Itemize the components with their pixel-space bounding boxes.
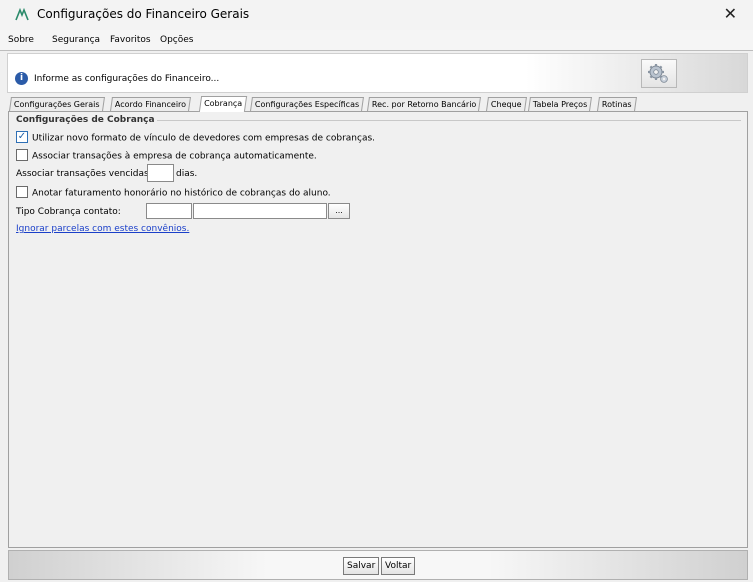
info-banner: i Informe as configurações do Financeiro… <box>7 53 748 93</box>
tab-label: Cheque <box>490 100 522 109</box>
vencidas-prefix: Associar transações vencidas a <box>16 169 158 179</box>
cobranca-panel: Configurações de Cobrança ✓ Utilizar novo… <box>8 111 748 548</box>
tab-label: Acordo Financeiro <box>114 100 187 109</box>
checkbox-associar-automatico[interactable] <box>16 149 28 161</box>
info-icon: i <box>15 72 28 85</box>
menu-bar: Sobre Segurança Favoritos Opções <box>0 30 753 51</box>
back-button-label: Voltar <box>385 561 412 571</box>
tab-cobranca[interactable]: Cobrança <box>198 96 248 112</box>
menu-opcoes[interactable]: Opções <box>160 35 193 45</box>
group-divider <box>129 120 741 121</box>
tab-label: Tabela Preços <box>532 100 588 109</box>
settings-button[interactable] <box>641 59 677 88</box>
tab-acordo-financeiro[interactable]: Acordo Financeiro <box>110 97 192 111</box>
back-button[interactable]: Voltar <box>381 557 416 575</box>
menu-seguranca[interactable]: Segurança <box>52 35 100 45</box>
tab-configuracoes-especificas[interactable]: Configurações Específicas <box>250 97 365 111</box>
tab-configuracoes-gerais[interactable]: Configurações Gerais <box>9 97 105 111</box>
option-anotar-faturamento[interactable]: Anotar faturamento honorário no históric… <box>16 186 331 199</box>
menu-sobre[interactable]: Sobre <box>8 35 34 45</box>
tab-label: Cobrança <box>204 99 243 108</box>
gear-icon <box>648 64 668 83</box>
lookup-button[interactable]: ... <box>328 203 350 219</box>
option-novo-formato[interactable]: ✓ Utilizar novo formato de vínculo de dev… <box>16 131 376 144</box>
tab-label: Configurações Específicas <box>254 100 360 109</box>
title-bar: Configurações do Financeiro Gerais ✕ <box>0 0 753 30</box>
group-title: Configurações de Cobrança <box>16 115 157 125</box>
option-label: Utilizar novo formato de vínculo de deve… <box>32 133 376 144</box>
vencidas-suffix: dias. <box>176 169 198 179</box>
option-label: Anotar faturamento honorário no históric… <box>32 188 331 199</box>
save-button[interactable]: Salvar <box>343 557 380 575</box>
tab-rotinas[interactable]: Rotinas <box>597 97 637 111</box>
tipo-cobranca-code-input[interactable] <box>146 203 192 219</box>
option-label: Associar transações à empresa de cobranç… <box>32 151 317 162</box>
info-text: Informe as configurações do Financeiro..… <box>34 74 220 84</box>
tab-retorno-bancario[interactable]: Rec. por Retorno Bancário <box>367 97 482 111</box>
tab-label: Rec. por Retorno Bancário <box>371 100 477 109</box>
tipo-cobranca-label: Tipo Cobrança contato: <box>16 207 121 217</box>
close-icon[interactable]: ✕ <box>724 4 737 23</box>
footer-bar: Salvar Voltar <box>8 550 748 580</box>
window-title: Configurações do Financeiro Gerais <box>37 7 250 21</box>
checkbox-anotar-faturamento[interactable] <box>16 186 28 198</box>
dias-vencidas-input[interactable] <box>147 164 174 182</box>
tab-label: Rotinas <box>601 100 632 109</box>
menu-favoritos[interactable]: Favoritos <box>110 35 151 45</box>
app-logo-icon <box>15 8 29 21</box>
save-button-label: Salvar <box>347 561 376 571</box>
ignorar-convenios-link[interactable]: Ignorar parcelas com estes convênios. <box>16 224 189 234</box>
tab-label: Configurações Gerais <box>13 100 100 109</box>
option-associar-automatico[interactable]: Associar transações à empresa de cobranç… <box>16 149 317 162</box>
tipo-cobranca-desc-input[interactable] <box>193 203 327 219</box>
tab-tabela-precos[interactable]: Tabela Preços <box>528 97 593 111</box>
checkbox-novo-formato[interactable]: ✓ <box>16 131 28 143</box>
tab-cheque[interactable]: Cheque <box>486 97 527 111</box>
